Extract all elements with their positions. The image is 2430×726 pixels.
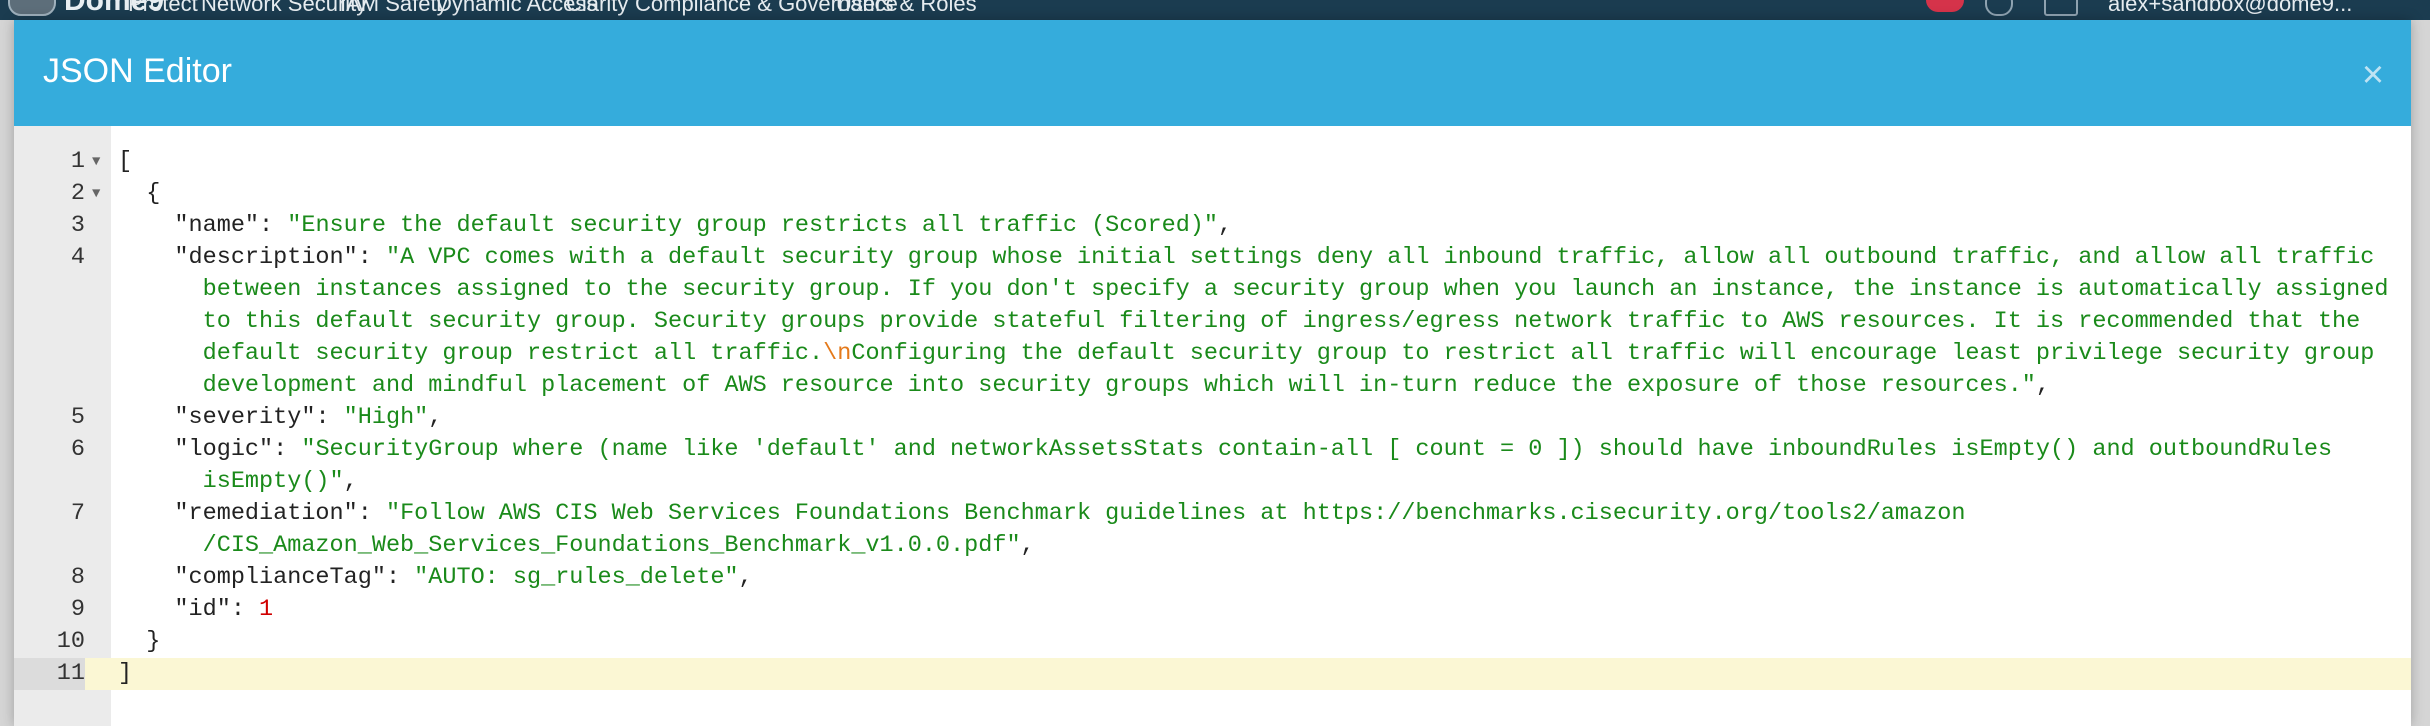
nav-item-protect[interactable]: Protect	[128, 0, 198, 17]
nav-item-users-roles[interactable]: Users & Roles	[836, 0, 977, 17]
object-close-brace: }	[146, 628, 161, 655]
notification-badge[interactable]	[1926, 0, 1964, 12]
json-string-value: "SecurityGroup where (name like 'default…	[202, 436, 2347, 495]
line-number: 9	[14, 594, 85, 626]
modal-header: JSON Editor ×	[14, 20, 2411, 126]
json-string-value: "Follow AWS CIS Web Services Foundations…	[202, 500, 1980, 559]
close-icon[interactable]: ×	[2356, 56, 2390, 94]
caret-down-icon[interactable]: ▼	[92, 146, 100, 178]
code-line[interactable]: 9 "id": 1	[14, 594, 2411, 626]
code-line[interactable]: 7 "remediation": "Follow AWS CIS Web Ser…	[14, 498, 2411, 562]
nav-item-iam-safety[interactable]: IAM Safety	[340, 0, 448, 17]
code-line[interactable]: 2 ▼ {	[14, 178, 2411, 210]
array-close-bracket: ]	[118, 660, 133, 687]
nav-item-clarity[interactable]: Clarity	[566, 0, 628, 17]
line-number: 11	[14, 658, 85, 690]
line-number: 2	[14, 178, 85, 210]
json-key: "complianceTag"	[174, 564, 386, 591]
code-line[interactable]: 8 "complianceTag": "AUTO: sg_rules_delet…	[14, 562, 2411, 594]
json-key: "logic"	[174, 436, 274, 463]
json-editor-modal: JSON Editor × 1 ▼ [ 2 ▼ { 3 "name": "Ens…	[14, 20, 2411, 726]
json-key: "description"	[174, 244, 358, 271]
json-string-value: "AUTO: sg_rules_delete"	[414, 564, 739, 591]
line-number: 8	[14, 562, 85, 594]
line-number: 6	[14, 434, 85, 498]
line-number: 5	[14, 402, 85, 434]
code-line[interactable]: 4 "description": "A VPC comes with a def…	[14, 242, 2411, 402]
user-menu[interactable]: alex+sandbox@dome9...	[2108, 0, 2352, 17]
search-icon[interactable]	[1985, 0, 2013, 16]
line-number: 1	[14, 146, 85, 178]
line-number: 7	[14, 498, 85, 562]
line-number: 10	[14, 626, 85, 658]
code-line[interactable]: 1 ▼ [	[14, 146, 2411, 178]
line-number: 3	[14, 210, 85, 242]
json-string-value: "High"	[343, 404, 429, 431]
top-navigation-bar: Dome9 Protect Network Security IAM Safet…	[0, 0, 2430, 20]
code-line[interactable]: 6 "logic": "SecurityGroup where (name li…	[14, 434, 2411, 498]
caret-down-icon[interactable]: ▼	[92, 178, 100, 210]
code-line[interactable]: 3 "name": "Ensure the default security g…	[14, 210, 2411, 242]
code-line-active[interactable]: 11 ]	[14, 658, 2411, 690]
escape-sequence: \n	[823, 340, 852, 367]
mail-icon[interactable]	[2044, 0, 2078, 16]
json-string-value: "Ensure the default security group restr…	[287, 212, 1219, 239]
json-key: "severity"	[174, 404, 316, 431]
array-open-bracket: [	[118, 148, 133, 175]
code-editor[interactable]: 1 ▼ [ 2 ▼ { 3 "name": "Ensure the defaul…	[14, 126, 2411, 726]
logo-mark-icon	[8, 0, 56, 16]
modal-title: JSON Editor	[43, 52, 232, 90]
object-open-brace: {	[146, 180, 161, 207]
json-key: "name"	[174, 212, 260, 239]
code-line[interactable]: 5 "severity": "High",	[14, 402, 2411, 434]
json-key: "id"	[174, 596, 231, 623]
line-number: 4	[14, 242, 85, 402]
code-line[interactable]: 10 }	[14, 626, 2411, 658]
json-number-value: 1	[259, 596, 274, 623]
json-key: "remediation"	[174, 500, 358, 527]
